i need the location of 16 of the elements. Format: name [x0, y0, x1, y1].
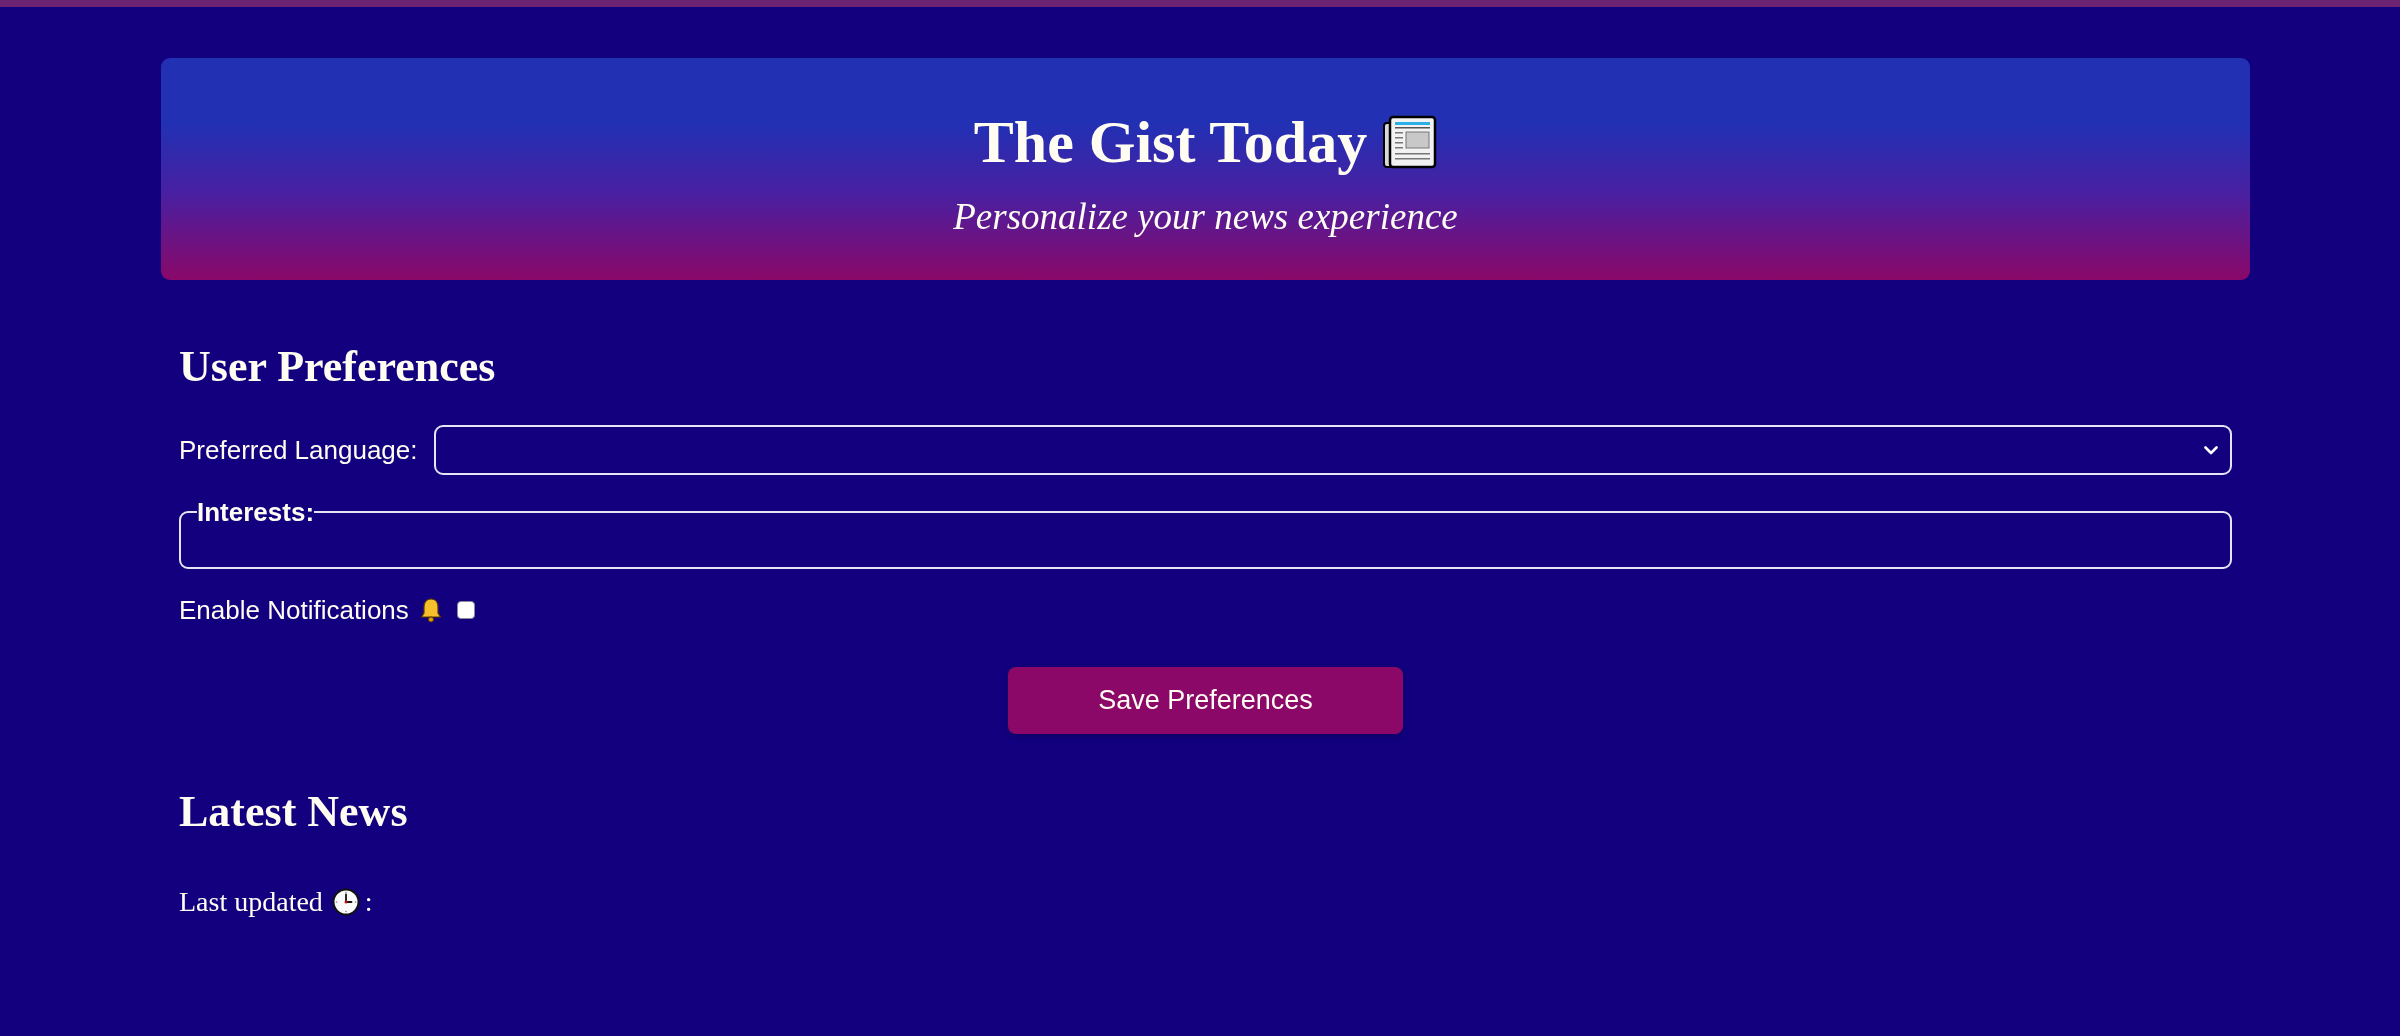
site-title: The Gist Today — [973, 108, 1368, 177]
fieldset-legend: Interests: — [197, 497, 315, 527]
chevron-down-icon — [2204, 445, 2218, 455]
site-subtitle: Personalize your news experience — [952, 197, 1459, 237]
clock-icon — [331, 888, 360, 916]
colon-text: : — [364, 885, 373, 919]
bell-icon — [418, 597, 443, 623]
language-select[interactable] — [433, 425, 2232, 475]
save-button[interactable]: Save Preferences — [1008, 667, 1403, 734]
last-updated-label: Last updated — [179, 885, 323, 919]
notifications-checkbox[interactable] — [456, 601, 475, 619]
checkbox-label: Enable Notifications — [179, 594, 409, 626]
section-heading: User Preferences — [179, 342, 497, 392]
newspaper-icon — [1383, 115, 1438, 169]
field-label: Preferred Language: — [179, 434, 418, 466]
section-heading: Latest News — [179, 787, 409, 837]
